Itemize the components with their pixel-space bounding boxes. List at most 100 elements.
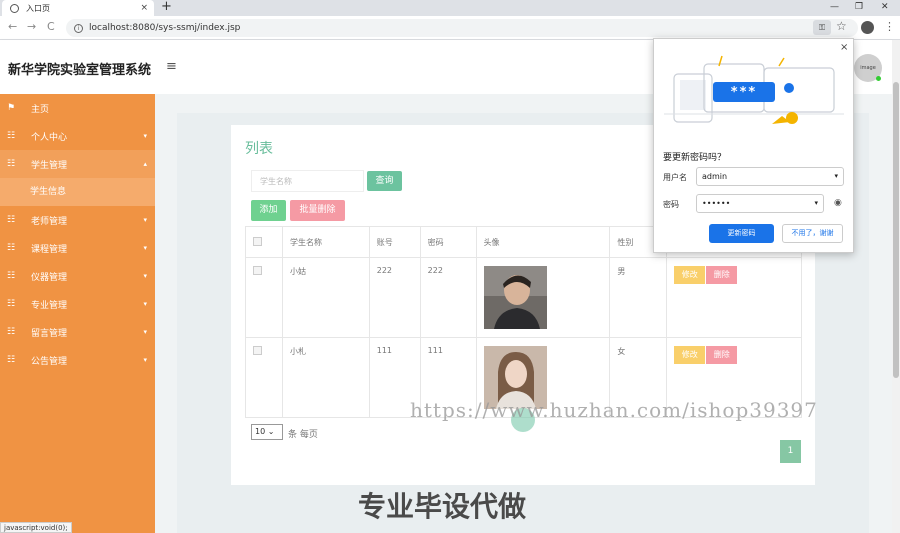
page-size-select[interactable]: 10 ⌄ xyxy=(251,424,283,440)
update-password-button[interactable]: 更新密码 xyxy=(709,224,774,243)
minimize-icon[interactable]: — xyxy=(830,0,839,14)
pagination-page-button[interactable]: 1 xyxy=(780,440,801,463)
sidebar-item-personal-center[interactable]: ☷ 个人中心 ▾ xyxy=(0,122,155,150)
info-icon[interactable]: i xyxy=(74,23,83,33)
sidebar-item-major-management[interactable]: ☷ 专业管理 ▾ xyxy=(0,290,155,318)
reload-icon[interactable]: C xyxy=(47,20,55,33)
caret-down-icon: ▾ xyxy=(143,132,147,140)
new-tab-button[interactable]: + xyxy=(161,0,172,14)
sidebar-subitem-student-info[interactable]: 学生信息 xyxy=(0,178,155,206)
sidebar-item-label: 老师管理 xyxy=(31,216,68,227)
password-value: •••••• xyxy=(702,199,731,208)
caret-down-icon: ▾ xyxy=(834,172,838,180)
address-bar-row: ← → C i localhost:8080/sys-ssmj/index.js… xyxy=(0,16,900,40)
eye-icon[interactable]: ◉ xyxy=(834,198,842,208)
sidebar-item-label: 公告管理 xyxy=(31,356,68,367)
no-thanks-button[interactable]: 不用了，谢谢 xyxy=(782,224,843,243)
sidebar-item-home[interactable]: ⚑ 主页 xyxy=(0,94,155,122)
username-field[interactable]: admin ▾ xyxy=(696,167,844,186)
watermark-url: https://www.huzhan.com/ishop39397 xyxy=(410,398,818,422)
password: 222 xyxy=(419,257,477,338)
row-checkbox[interactable] xyxy=(253,346,262,355)
restore-icon[interactable]: ❐ xyxy=(855,0,863,14)
sidebar-item-label: 留言管理 xyxy=(31,328,68,339)
close-icon[interactable]: × xyxy=(840,42,848,53)
grid-icon: ☷ xyxy=(7,215,16,225)
tab-title: 入口页 xyxy=(26,3,50,13)
sidebar-item-course-management[interactable]: ☷ 课程管理 ▾ xyxy=(0,234,155,262)
caret-down-icon: ▾ xyxy=(143,244,147,252)
batch-delete-button[interactable]: 批量删除 xyxy=(290,200,345,221)
account: 222 xyxy=(368,257,421,338)
profile-icon[interactable] xyxy=(861,21,874,34)
grid-icon: ☷ xyxy=(7,131,16,141)
browser-menu-icon[interactable]: ⋮ xyxy=(884,20,895,33)
avatar-cell xyxy=(475,257,611,338)
caret-down-icon: ▾ xyxy=(814,199,818,207)
grid-icon: ☷ xyxy=(7,271,16,281)
student-name: 小姑 xyxy=(281,257,370,338)
popup-title: 要更新密码吗？ xyxy=(663,153,727,163)
column-header: 密码 xyxy=(419,226,477,258)
chevron-down-icon: ⌄ xyxy=(267,427,275,436)
page-size-label: 条 每页 xyxy=(288,430,318,440)
username-label: 用户名 xyxy=(663,173,687,182)
page-title: 列表 xyxy=(245,141,273,157)
globe-icon xyxy=(10,3,19,13)
actions-cell: 修改 删除 xyxy=(666,257,802,338)
sidebar-item-label: 学生管理 xyxy=(31,160,68,171)
delete-button[interactable]: 删除 xyxy=(706,266,738,284)
caret-down-icon: ▾ xyxy=(143,356,147,364)
row-checkbox[interactable] xyxy=(253,266,262,275)
sidebar-item-message-management[interactable]: ☷ 留言管理 ▾ xyxy=(0,318,155,346)
row-select-cell[interactable] xyxy=(245,337,283,418)
column-header: 学生名称 xyxy=(281,226,370,258)
search-button[interactable]: 查询 xyxy=(367,171,402,191)
sidebar-item-student-management[interactable]: ☷ 学生管理 ▴ xyxy=(0,150,155,178)
grid-icon: ☷ xyxy=(7,243,16,253)
url-text: localhost:8080/sys-ssmj/index.jsp xyxy=(89,23,241,33)
select-all-checkbox[interactable] xyxy=(253,236,262,246)
select-all-header[interactable] xyxy=(245,226,283,258)
caret-down-icon: ▾ xyxy=(143,300,147,308)
key-icon[interactable]: ⚿ xyxy=(813,20,831,35)
student-table: 学生名称 账号 密码 头像 性别 小姑 222 222 男 修改 删除 小札 11… xyxy=(245,226,802,418)
back-icon[interactable]: ← xyxy=(8,20,17,33)
sidebar-item-instrument-management[interactable]: ☷ 仪器管理 ▾ xyxy=(0,262,155,290)
page-size-value: 10 xyxy=(255,427,266,436)
status-bar: javascript:void(0); xyxy=(0,522,72,533)
grid-icon: ☷ xyxy=(7,355,16,365)
url-field[interactable]: i localhost:8080/sys-ssmj/index.jsp xyxy=(66,19,858,37)
student-photo-male xyxy=(483,266,547,329)
edit-button[interactable]: 修改 xyxy=(674,346,706,364)
gender: 男 xyxy=(609,257,668,338)
tab-close-icon[interactable]: × xyxy=(140,3,148,13)
flag-icon: ⚑ xyxy=(7,103,16,113)
caret-up-icon: ▴ xyxy=(143,160,147,168)
sidebar-item-teacher-management[interactable]: ☷ 老师管理 ▾ xyxy=(0,206,155,234)
scrollbar-thumb[interactable] xyxy=(893,82,899,378)
edit-button[interactable]: 修改 xyxy=(674,266,706,284)
add-button[interactable]: 添加 xyxy=(251,200,286,221)
bookmark-star-icon[interactable]: ☆ xyxy=(836,19,847,33)
sidebar-item-label: 仪器管理 xyxy=(31,272,68,283)
password-field[interactable]: •••••• ▾ xyxy=(696,194,824,213)
table-row: 小姑 222 222 男 修改 删除 xyxy=(245,257,802,338)
caret-down-icon: ▾ xyxy=(143,216,147,224)
browser-tab[interactable]: 入口页 × xyxy=(2,0,154,16)
column-header: 头像 xyxy=(475,226,611,258)
grid-icon: ☷ xyxy=(7,327,16,337)
sidebar-item-label: 课程管理 xyxy=(31,244,68,255)
delete-button[interactable]: 删除 xyxy=(706,346,738,364)
row-select-cell[interactable] xyxy=(245,257,283,338)
browser-tab-strip: 入口页 × + — ❐ ✕ xyxy=(0,0,900,16)
app-title: 新华学院实验室管理系统 xyxy=(8,63,152,78)
forward-icon[interactable]: → xyxy=(27,20,36,33)
password-stars-badge: *** xyxy=(713,82,775,102)
window-close-icon[interactable]: ✕ xyxy=(881,0,889,14)
sidebar-item-notice-management[interactable]: ☷ 公告管理 ▾ xyxy=(0,346,155,374)
grid-icon: ☷ xyxy=(7,159,16,169)
search-input[interactable]: 学生名称 xyxy=(251,170,364,192)
hamburger-menu-icon[interactable]: ≡ xyxy=(166,59,177,74)
username-value: admin xyxy=(702,172,728,181)
